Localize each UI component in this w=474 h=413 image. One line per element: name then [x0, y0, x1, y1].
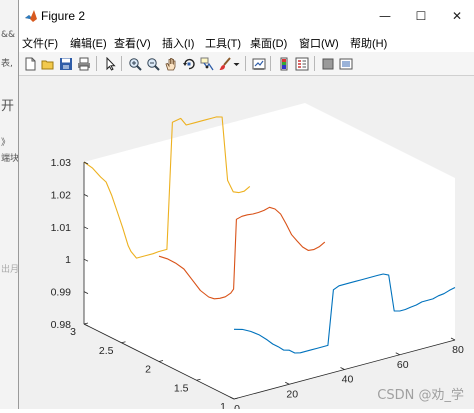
y-tick-label: 2	[145, 364, 151, 376]
x-tick-label: 80	[452, 344, 464, 356]
minimize-icon: —	[379, 9, 391, 23]
background-text: &&	[1, 30, 16, 40]
background-text: 表,	[1, 59, 13, 69]
figure-window: Figure 2 — ☐ ✕ 文件(F) 编辑(E) 查看(V) 插入(I) 工…	[18, 0, 474, 413]
maximize-button[interactable]: ☐	[403, 0, 439, 32]
toolbar	[19, 52, 474, 76]
title-bar[interactable]: Figure 2 — ☐ ✕	[19, 0, 474, 32]
y-tick-label: 3	[70, 326, 76, 338]
rotate-3d-icon[interactable]	[180, 55, 197, 72]
z-tick-label: 1.02	[51, 189, 72, 201]
background-text: 开	[1, 99, 15, 114]
y-tick-label: 1	[220, 401, 226, 409]
menu-view[interactable]: 查看(V)	[114, 35, 151, 51]
close-icon: ✕	[451, 9, 463, 23]
zoom-in-icon[interactable]	[126, 55, 143, 72]
z-tick-label: 0.99	[51, 287, 72, 299]
menu-file[interactable]: 文件(F)	[22, 35, 58, 51]
close-button[interactable]: ✕	[439, 0, 474, 32]
zoom-out-icon[interactable]	[144, 55, 161, 72]
menu-window[interactable]: 窗口(W)	[299, 35, 339, 51]
menu-insert[interactable]: 插入(I)	[162, 35, 194, 51]
menu-desktop[interactable]: 桌面(D)	[250, 35, 287, 51]
maximize-icon: ☐	[415, 9, 427, 23]
insert-legend-icon[interactable]	[293, 55, 310, 72]
toolbar-separator	[121, 56, 122, 71]
open-file-icon[interactable]	[39, 55, 56, 72]
toolbar-separator	[270, 56, 271, 71]
menu-edit[interactable]: 编辑(E)	[70, 35, 107, 51]
x-tick-label: 20	[286, 388, 298, 400]
plot-area: 0 20 40 60 80 1 1.5 2 2.5 3 0.98 0.99 1 1.01 1.02 1.03	[19, 76, 474, 413]
x-tick-label: 60	[397, 359, 409, 371]
insert-colorbar-icon[interactable]	[275, 55, 292, 72]
background-text: 》	[1, 138, 11, 148]
z-tick-label: 1.01	[51, 222, 72, 234]
menu-bar: 文件(F) 编辑(E) 查看(V) 插入(I) 工具(T) 桌面(D) 窗口(W…	[19, 32, 474, 52]
toolbar-separator	[96, 56, 97, 71]
new-figure-icon[interactable]	[21, 55, 38, 72]
window-title: Figure 2	[41, 9, 86, 23]
print-icon[interactable]	[75, 55, 92, 72]
matlab-app-icon	[25, 10, 37, 22]
background-text: 端块	[1, 154, 19, 164]
x-tick-label: 40	[342, 374, 354, 386]
y-tick-label: 2.5	[99, 345, 114, 357]
brush-icon[interactable]	[216, 55, 233, 72]
x-tick-label: 0	[234, 403, 240, 409]
show-plot-tools-icon[interactable]	[337, 55, 354, 72]
brush-dropdown-icon[interactable]	[232, 55, 241, 72]
z-tick-label: 0.98	[51, 319, 72, 331]
minimize-button[interactable]: —	[367, 0, 403, 32]
chart[interactable]: 0 20 40 60 80 1 1.5 2 2.5 30.98 0.99 1 1.01 1.02 1.03	[19, 76, 474, 413]
csdn-watermark: CSDN @劝_学	[377, 388, 464, 403]
z-tick-label: 1	[65, 254, 71, 266]
save-icon[interactable]	[57, 55, 74, 72]
menu-help[interactable]: 帮助(H)	[350, 35, 387, 51]
link-plot-icon[interactable]	[250, 55, 267, 72]
hide-plot-tools-icon[interactable]	[319, 55, 336, 72]
z-tick-label: 1.03	[51, 157, 72, 169]
toolbar-separator	[314, 56, 315, 71]
y-tick-label: 1.5	[174, 382, 189, 394]
background-text: 出月	[1, 265, 19, 275]
data-cursor-icon[interactable]	[198, 55, 215, 72]
pan-hand-icon[interactable]	[162, 55, 179, 72]
select-arrow-icon[interactable]	[101, 55, 118, 72]
toolbar-separator	[245, 56, 246, 71]
menu-tools[interactable]: 工具(T)	[205, 35, 241, 51]
